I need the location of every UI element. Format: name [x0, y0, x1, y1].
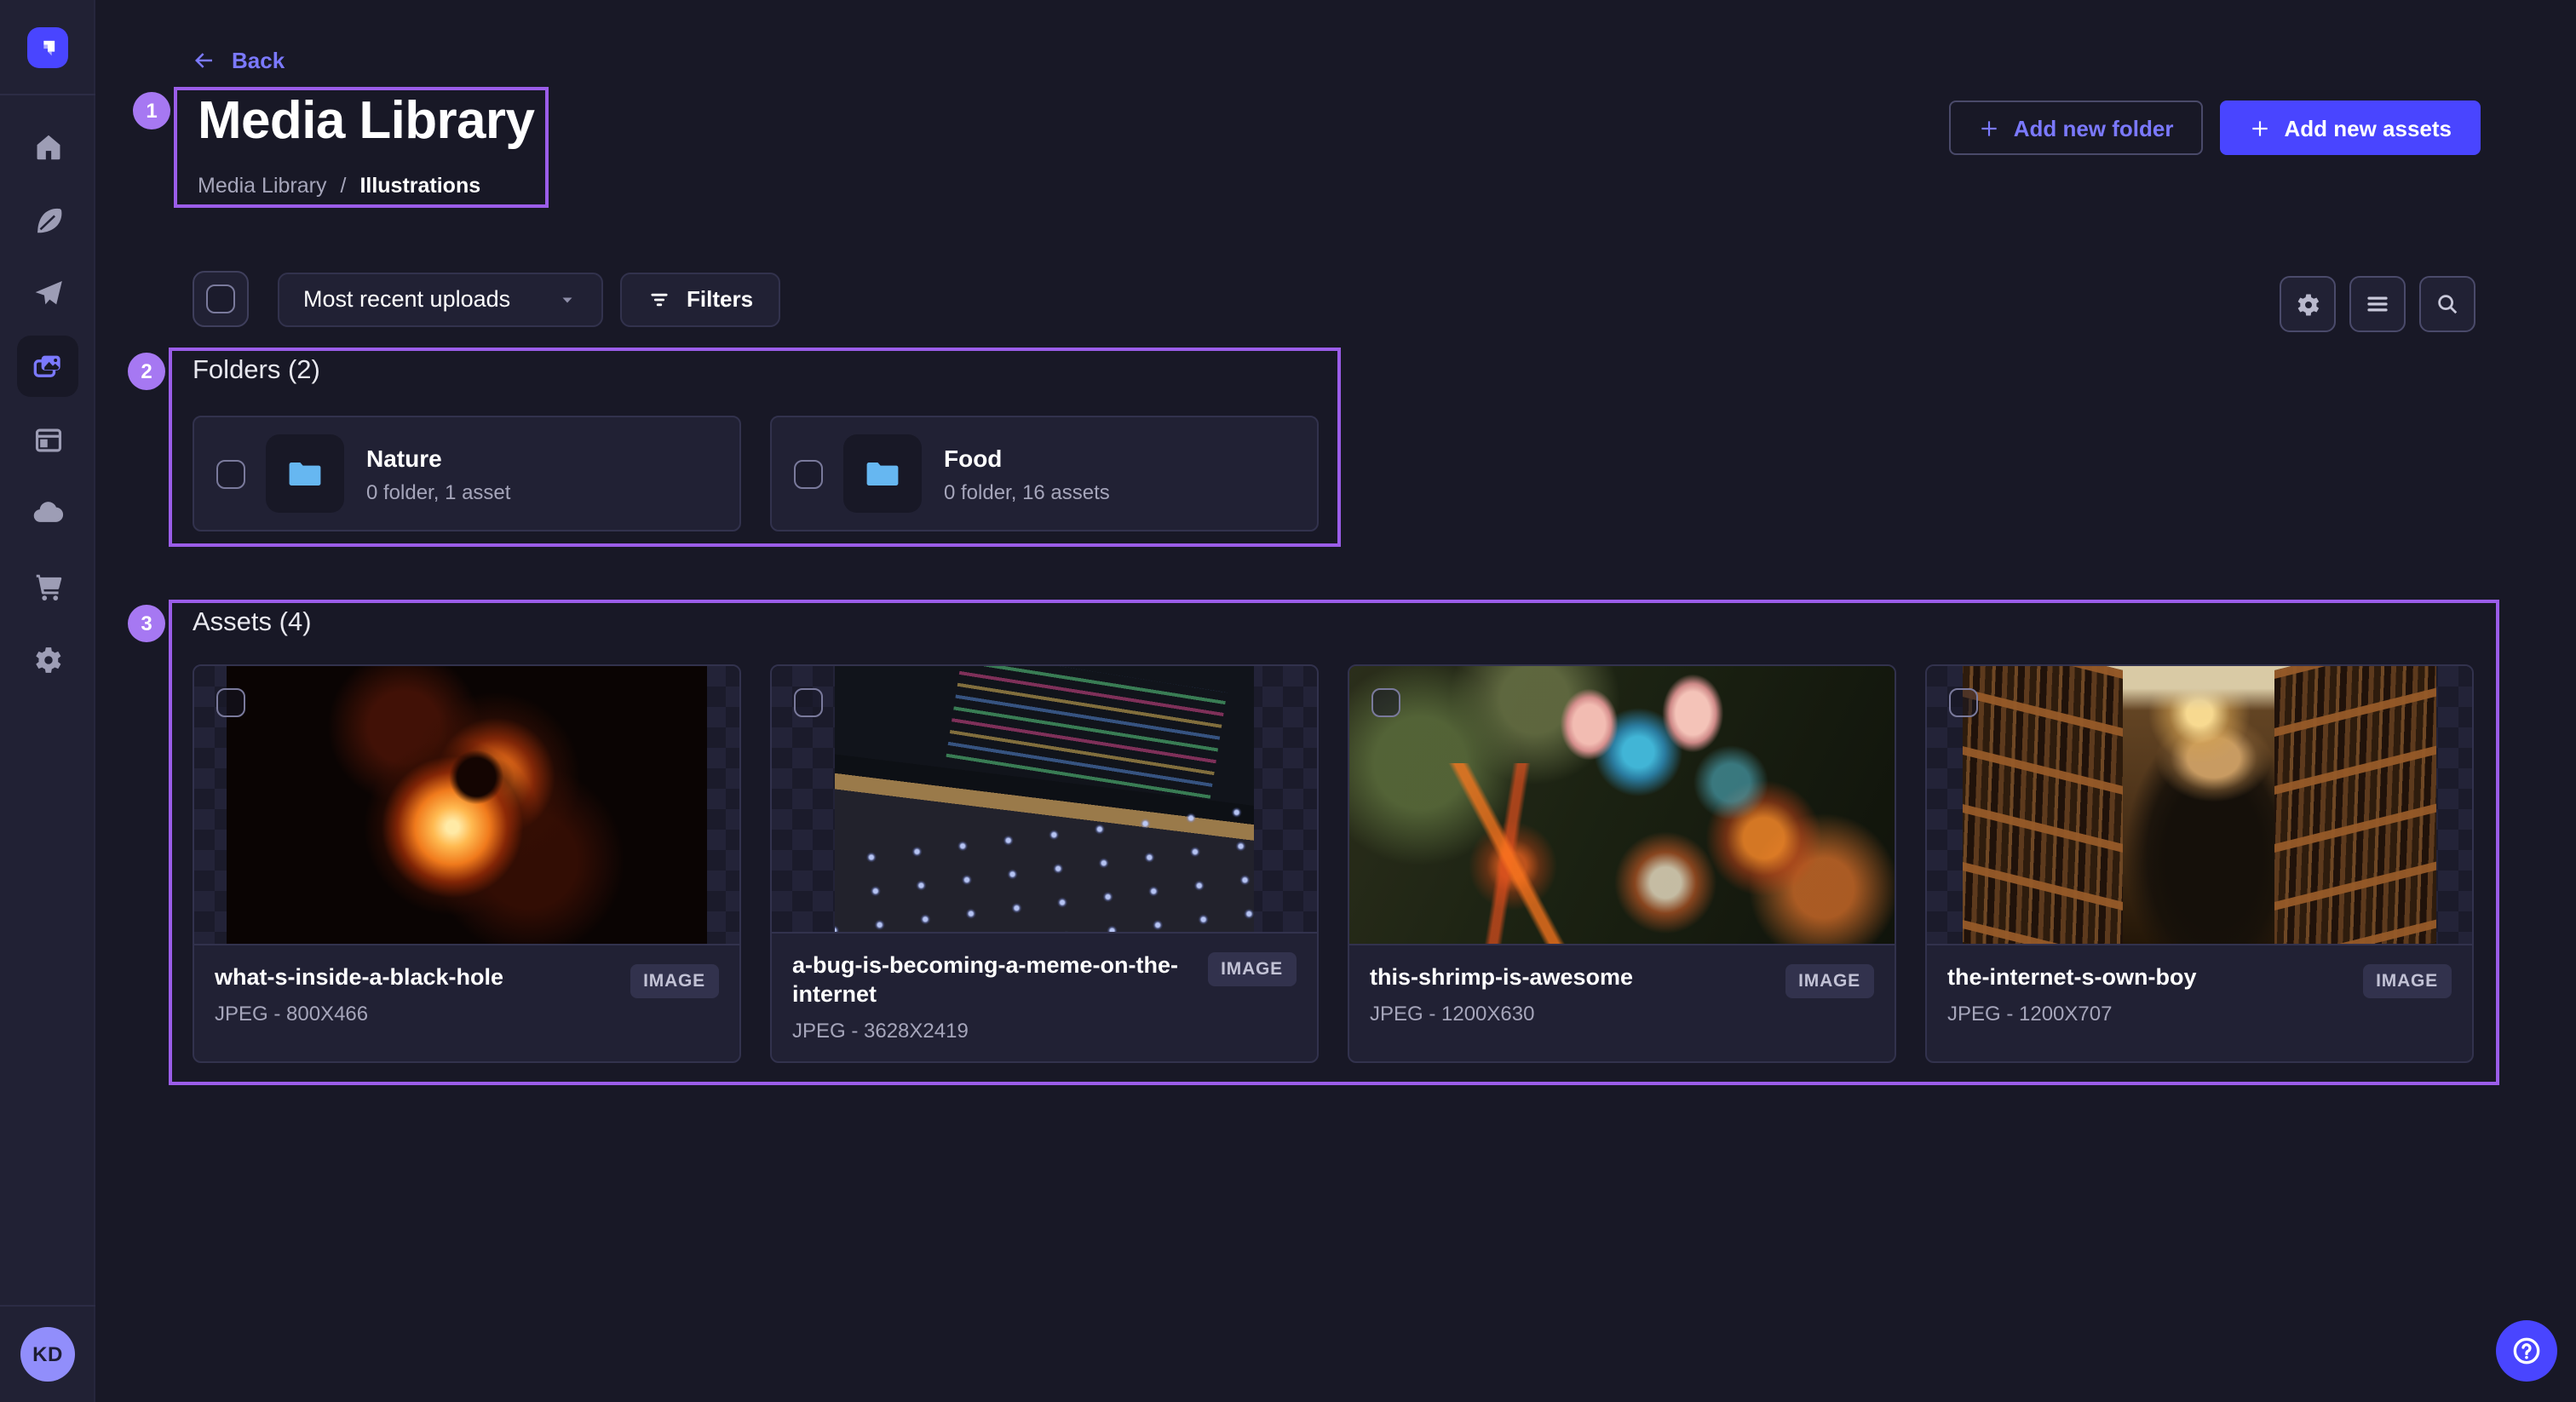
settings-icon [2294, 290, 2321, 318]
arrow-left-icon [191, 48, 216, 73]
folder-icon [285, 453, 325, 494]
asset-checkbox[interactable] [1949, 688, 1978, 717]
asset-card-internets-own-boy[interactable]: the-internet-s-own-boy JPEG - 1200X707 I… [1925, 664, 2474, 1063]
asset-meta: JPEG - 1200X707 [1947, 1002, 2452, 1026]
asset-name: a-bug-is-becoming-a-meme-on-the-internet [792, 953, 1181, 1011]
list-icon [2365, 291, 2390, 317]
asset-checkbox[interactable] [794, 688, 823, 717]
search-icon [2435, 291, 2460, 317]
folder-meta: 0 folder, 16 assets [944, 480, 1110, 503]
laptop-code-image [835, 666, 1254, 933]
folder-checkbox[interactable] [794, 459, 823, 488]
assets-section-title: Assets (4) [193, 608, 312, 639]
folder-tile [266, 434, 344, 513]
asset-thumbnail [1349, 666, 1895, 945]
cloud-icon [31, 496, 65, 530]
sidebar-item-home[interactable] [17, 116, 78, 177]
asset-type-badge: IMAGE [630, 964, 719, 998]
asset-type-badge: IMAGE [2362, 964, 2452, 998]
asset-type-badge: IMAGE [1785, 964, 1874, 998]
list-view-button[interactable] [2349, 276, 2406, 332]
folders-section-title: Folders (2) [193, 356, 320, 387]
folders-row: Nature 0 folder, 1 asset Food 0 folder, … [193, 416, 1319, 531]
sort-value: Most recent uploads [303, 286, 510, 312]
media-library-page: KD Back Media Library Media Library / Il… [0, 0, 2576, 1402]
folder-name: Nature [366, 444, 510, 471]
sidebar-footer: KD [0, 1305, 95, 1402]
sidebar-item-settings[interactable] [17, 629, 78, 690]
black-hole-image [227, 666, 707, 944]
main-content: Back Media Library Media Library / Illus… [95, 0, 2576, 1402]
layout-icon [32, 423, 64, 456]
breadcrumb: Media Library / Illustrations [198, 174, 480, 198]
asset-type-badge: IMAGE [1207, 953, 1297, 987]
header-actions: Add new folder Add new assets [1949, 101, 2481, 155]
folder-name: Food [944, 444, 1110, 471]
asset-name: what-s-inside-a-black-hole [215, 964, 603, 993]
breadcrumb-current: Illustrations [359, 174, 480, 198]
filter-icon [647, 287, 671, 311]
asset-card-shrimp[interactable]: this-shrimp-is-awesome JPEG - 1200X630 I… [1348, 664, 1896, 1063]
back-link[interactable]: Back [191, 48, 285, 73]
plus-icon [1978, 117, 2000, 139]
cart-icon [32, 570, 64, 602]
sidebar: KD [0, 0, 95, 1402]
sidebar-nav [0, 97, 95, 690]
breadcrumb-parent[interactable]: Media Library [198, 174, 326, 198]
assets-row: what-s-inside-a-black-hole JPEG - 800X46… [193, 664, 2474, 1063]
sidebar-item-content-manager[interactable] [17, 189, 78, 250]
sidebar-item-marketplace[interactable] [17, 555, 78, 617]
breadcrumb-separator: / [340, 174, 346, 198]
asset-name: this-shrimp-is-awesome [1370, 964, 1758, 993]
gear-icon [32, 643, 64, 675]
asset-thumbnail [1927, 666, 2472, 945]
asset-card-bug-meme[interactable]: a-bug-is-becoming-a-meme-on-the-internet… [770, 664, 1319, 1063]
question-circle-icon [2510, 1334, 2544, 1368]
app-logo[interactable] [0, 0, 95, 95]
asset-meta: JPEG - 800X466 [215, 1002, 719, 1026]
add-new-folder-button[interactable]: Add new folder [1949, 101, 2203, 155]
asset-checkbox[interactable] [1371, 688, 1400, 717]
user-avatar[interactable]: KD [20, 1327, 75, 1382]
mantis-shrimp-image [1349, 666, 1895, 944]
sidebar-item-content-type-builder[interactable] [17, 409, 78, 470]
select-all-checkbox[interactable] [193, 271, 249, 327]
settings-button[interactable] [2280, 276, 2336, 332]
asset-thumbnail [772, 666, 1317, 934]
asset-thumbnail [194, 666, 739, 945]
folder-tile [843, 434, 922, 513]
sidebar-item-media-library[interactable] [17, 336, 78, 397]
sidebar-item-deploy[interactable] [17, 482, 78, 543]
library-portrait-image [1963, 666, 2436, 944]
chevron-down-icon [557, 289, 578, 309]
folder-meta: 0 folder, 1 asset [366, 480, 510, 503]
folder-card-nature[interactable]: Nature 0 folder, 1 asset [193, 416, 741, 531]
folder-checkbox[interactable] [216, 459, 245, 488]
plus-icon [2248, 117, 2270, 139]
asset-meta: JPEG - 1200X630 [1370, 1002, 1874, 1026]
paper-plane-icon [32, 277, 64, 309]
feather-icon [32, 204, 64, 236]
back-label: Back [232, 48, 285, 73]
home-icon [32, 130, 64, 163]
folder-card-food[interactable]: Food 0 folder, 16 assets [770, 416, 1319, 531]
filters-button[interactable]: Filters [620, 272, 780, 326]
toolbar: Most recent uploads Filters [193, 271, 780, 327]
checkbox [206, 284, 235, 313]
search-button[interactable] [2419, 276, 2475, 332]
asset-meta: JPEG - 3628X2419 [792, 1019, 1297, 1043]
folder-icon [862, 453, 903, 494]
sort-dropdown[interactable]: Most recent uploads [278, 272, 603, 326]
asset-card-black-hole[interactable]: what-s-inside-a-black-hole JPEG - 800X46… [193, 664, 741, 1063]
page-title: Media Library [198, 90, 534, 152]
add-new-assets-button[interactable]: Add new assets [2219, 101, 2481, 155]
view-options [2280, 276, 2475, 332]
sidebar-item-releases[interactable] [17, 262, 78, 324]
media-library-icon [31, 349, 65, 383]
asset-name: the-internet-s-own-boy [1947, 964, 2336, 993]
strapi-logo-icon [27, 26, 68, 67]
asset-checkbox[interactable] [216, 688, 245, 717]
help-button[interactable] [2496, 1320, 2557, 1382]
